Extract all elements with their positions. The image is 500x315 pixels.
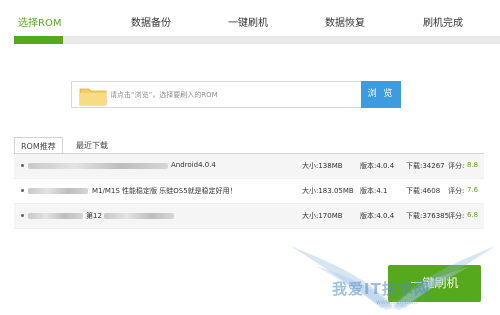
steps-header: 选择ROM 数据备份 一键刷机 数据恢复 刷机完成 [0, 0, 500, 46]
rom-name: 第12 [86, 212, 102, 220]
blurred-text [28, 163, 168, 169]
step-select-rom: 选择ROM [18, 18, 62, 29]
rom-downloads: 下载:4608 [406, 187, 441, 195]
rom-list-item[interactable]: Android4.0.4 大小:138MB 版本:4.0.4 下载:34267 … [14, 154, 484, 179]
watermark-url: www.52ij.com [376, 299, 418, 306]
bullet-icon [21, 189, 24, 192]
rom-version: 版本:4.1 [360, 187, 388, 195]
browse-button[interactable]: 浏 览 [361, 81, 401, 108]
rom-downloads: 下载:34267 [406, 162, 445, 170]
tab-rom-recommend[interactable]: ROM推荐 [14, 137, 63, 154]
rom-score-label: 评分: [448, 162, 465, 170]
rom-version: 版本:4.0.4 [360, 212, 395, 220]
rom-list-item[interactable]: 第12 大小:170MB 版本:4.0.4 下载:376385 评分: 6.8 [14, 204, 484, 229]
rom-list: Android4.0.4 大小:138MB 版本:4.0.4 下载:34267 … [14, 154, 484, 229]
rom-score: 7.6 [467, 186, 479, 194]
rom-score-label: 评分: [448, 212, 465, 220]
progress-fill [14, 36, 63, 44]
blurred-text [28, 188, 88, 194]
bullet-icon [21, 214, 24, 217]
blurred-text [104, 213, 174, 219]
rom-size: 大小:170MB [302, 212, 343, 220]
folder-icon [79, 88, 107, 106]
tab-recent-downloads[interactable]: 最近下载 [70, 137, 114, 154]
rom-score: 6.8 [467, 211, 479, 219]
step-data-restore: 数据恢复 [325, 18, 365, 29]
watermark: 我爱IT技术网 www.52ij.com [286, 236, 500, 315]
rom-list-item[interactable]: M1/M1S 性能稳定版 乐蛙OS5就是稳定好用！ 大小:183.05MB 版本… [14, 179, 484, 204]
rom-name: M1/M1S 性能稳定版 乐蛙OS5就是稳定好用！ [92, 187, 237, 195]
rom-score: 8.8 [467, 161, 479, 169]
rom-file-selector[interactable]: 请点击“浏览”，选择要刷入的ROM 浏 览 [71, 81, 401, 108]
rom-tabs: ROM推荐 最近下载 [14, 137, 484, 154]
rom-downloads: 下载:376385 [406, 212, 450, 220]
rom-size: 大小:138MB [302, 162, 343, 170]
progress-bar [14, 36, 500, 44]
watermark-text: 我爱IT技术网 [332, 280, 430, 298]
rom-score-label: 评分: [448, 187, 465, 195]
blurred-text [28, 213, 83, 219]
rom-version: 版本:4.0.4 [360, 162, 395, 170]
step-one-click-flash: 一键刷机 [228, 18, 268, 29]
bullet-icon [21, 164, 24, 167]
rom-size: 大小:183.05MB [302, 187, 354, 195]
selector-placeholder: 请点击“浏览”，选择要刷入的ROM [110, 91, 218, 99]
step-flash-complete: 刷机完成 [423, 18, 463, 29]
step-data-backup: 数据备份 [131, 18, 171, 29]
rom-name: Android4.0.4 [171, 161, 216, 169]
